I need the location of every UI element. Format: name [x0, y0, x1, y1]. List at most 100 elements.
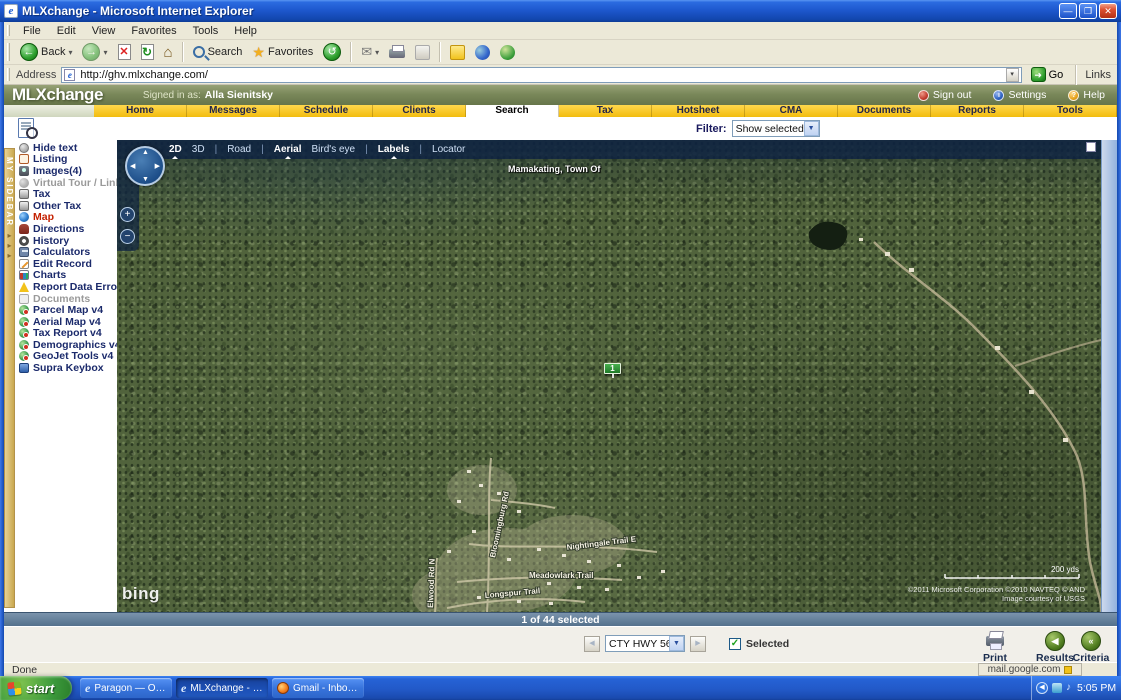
- sidebar-item-map[interactable]: Map: [19, 212, 117, 224]
- links-menu[interactable]: Links: [1085, 69, 1117, 81]
- task-paragon[interactable]: e Paragon — Online...: [80, 678, 172, 698]
- sidebar-item-geojet-tools[interactable]: GeoJet Tools v4: [19, 351, 117, 363]
- sidebar-item-hide-text[interactable]: Hide text: [19, 142, 117, 154]
- zoom-out-button[interactable]: −: [120, 229, 135, 244]
- address-field[interactable]: e ▾: [61, 67, 1021, 83]
- address-input[interactable]: [78, 68, 1002, 82]
- sidebar-item-directions[interactable]: Directions: [19, 223, 117, 235]
- sidebar-item-charts[interactable]: Charts: [19, 270, 117, 282]
- task-mlxchange[interactable]: e MLXchange - Micr...: [176, 678, 268, 698]
- pan-west-arrow[interactable]: ◀: [130, 162, 135, 170]
- start-button[interactable]: start: [0, 676, 72, 700]
- home-button[interactable]: ⌂: [160, 41, 177, 63]
- edit-button[interactable]: [411, 41, 434, 63]
- menu-file[interactable]: File: [16, 24, 48, 38]
- tray-volume-icon[interactable]: ♪: [1066, 683, 1071, 693]
- sidebar-item-aerial-map[interactable]: Aerial Map v4: [19, 316, 117, 328]
- search-button[interactable]: Search: [189, 41, 247, 63]
- street-select-arrow[interactable]: ▼: [669, 636, 684, 651]
- criteria-button[interactable]: « Criteria: [1064, 631, 1118, 664]
- task-gmail[interactable]: Gmail - Inbox (38)...: [272, 678, 364, 698]
- forward-dropdown-caret[interactable]: ▾: [103, 48, 107, 57]
- previous-listing-button[interactable]: ◀: [584, 636, 600, 652]
- minimize-button[interactable]: —: [1059, 3, 1077, 19]
- refresh-button[interactable]: ↻: [137, 41, 158, 63]
- menu-help[interactable]: Help: [227, 24, 264, 38]
- map-locator[interactable]: Locator: [432, 140, 465, 159]
- map-fullscreen-box[interactable]: [1086, 142, 1096, 152]
- map-mode-3d[interactable]: 3D: [192, 140, 205, 159]
- filter-select-arrow[interactable]: ▼: [804, 121, 819, 136]
- back-dropdown-caret[interactable]: ▾: [68, 48, 72, 57]
- pan-north-arrow[interactable]: ▲: [142, 149, 149, 156]
- sidebar-item-history[interactable]: History: [19, 235, 117, 247]
- print-toolbar-button[interactable]: [385, 41, 409, 63]
- msn-button[interactable]: [496, 41, 519, 63]
- aerial-map[interactable]: Nightingale Trail E Meadowlark Trail Lon…: [117, 140, 1101, 612]
- back-button[interactable]: ← Back ▾: [16, 41, 76, 63]
- tab-cma[interactable]: CMA: [745, 105, 838, 117]
- tray-icon-1[interactable]: [1052, 683, 1062, 693]
- map-compass-control[interactable]: ▲ ▼ ◀ ▶: [125, 146, 165, 186]
- map-toggle-labels[interactable]: Labels: [378, 140, 410, 159]
- stop-button[interactable]: ✕: [114, 41, 135, 63]
- sign-out-button[interactable]: Sign out: [918, 89, 972, 101]
- menu-tools[interactable]: Tools: [186, 24, 226, 38]
- tab-home[interactable]: Home: [94, 105, 187, 117]
- selected-checkbox[interactable]: ✓: [729, 638, 741, 650]
- messenger-button[interactable]: [471, 41, 494, 63]
- tray-chevron-button[interactable]: ◀: [1036, 682, 1048, 694]
- sidebar-item-other-tax[interactable]: Other Tax: [19, 200, 117, 212]
- notes-button[interactable]: [446, 41, 469, 63]
- map-view-road[interactable]: Road: [227, 140, 251, 159]
- tab-clients[interactable]: Clients: [373, 105, 466, 117]
- tab-reports[interactable]: Reports: [931, 105, 1024, 117]
- report-view-icon[interactable]: [18, 118, 34, 138]
- restore-button[interactable]: ❐: [1079, 3, 1097, 19]
- tab-search[interactable]: Search: [466, 105, 559, 117]
- settings-button[interactable]: i Settings: [993, 89, 1046, 101]
- mail-button[interactable]: ✉ ▾: [357, 41, 383, 63]
- toolbar-grip[interactable]: [7, 43, 10, 61]
- print-button[interactable]: Print: [968, 631, 1022, 664]
- sidebar-item-parcel-map[interactable]: Parcel Map v4: [19, 304, 117, 316]
- tab-hotsheet[interactable]: Hotsheet: [652, 105, 745, 117]
- close-button[interactable]: ✕: [1099, 3, 1117, 19]
- sidebar-item-edit-record[interactable]: Edit Record: [19, 258, 117, 270]
- sidebar-item-images[interactable]: Images(4): [19, 165, 117, 177]
- next-listing-button[interactable]: ▶: [690, 636, 706, 652]
- sidebar-item-supra-keybox[interactable]: Supra Keybox: [19, 362, 117, 374]
- go-button[interactable]: ➜ Go: [1027, 67, 1068, 82]
- map-view-aerial[interactable]: Aerial: [274, 140, 302, 159]
- zoom-in-button[interactable]: +: [120, 207, 135, 222]
- pan-south-arrow[interactable]: ▼: [142, 176, 149, 183]
- menu-view[interactable]: View: [85, 24, 123, 38]
- my-sidebar-strip[interactable]: MY SIDEBAR ▸▸▸: [4, 148, 15, 608]
- forward-button[interactable]: → ▾: [78, 41, 111, 63]
- menu-edit[interactable]: Edit: [50, 24, 83, 38]
- tab-documents[interactable]: Documents: [838, 105, 931, 117]
- history-button[interactable]: ↺: [319, 41, 345, 63]
- sidebar-item-tax[interactable]: Tax: [19, 188, 117, 200]
- help-button[interactable]: ? Help: [1068, 89, 1105, 101]
- sidebar-item-listing[interactable]: Listing: [19, 154, 117, 166]
- sidebar-item-demographics[interactable]: Demographics v4: [19, 339, 117, 351]
- address-dropdown-button[interactable]: ▾: [1006, 68, 1019, 82]
- sidebar-item-tax-report[interactable]: Tax Report v4: [19, 328, 117, 340]
- toolbar-grip[interactable]: [7, 68, 10, 81]
- sidebar-item-calculators[interactable]: Calculators: [19, 246, 117, 258]
- favorites-button[interactable]: ★ Favorites: [248, 41, 317, 63]
- menu-favorites[interactable]: Favorites: [124, 24, 183, 38]
- sidebar-item-report-data-error[interactable]: Report Data Error: [19, 281, 117, 293]
- tab-messages[interactable]: Messages: [187, 105, 280, 117]
- tab-tools[interactable]: Tools: [1024, 105, 1117, 117]
- tab-tax[interactable]: Tax: [559, 105, 652, 117]
- mail-dropdown-caret[interactable]: ▾: [375, 48, 379, 57]
- listing-map-marker[interactable]: 1: [604, 363, 621, 374]
- toolbar-grip[interactable]: [7, 25, 10, 36]
- pan-east-arrow[interactable]: ▶: [155, 162, 160, 170]
- tab-schedule[interactable]: Schedule: [280, 105, 373, 117]
- taskbar-clock[interactable]: 5:05 PM: [1077, 682, 1116, 694]
- map-mode-2d[interactable]: 2D: [169, 140, 182, 159]
- filter-select[interactable]: Show selected ▼: [732, 120, 820, 137]
